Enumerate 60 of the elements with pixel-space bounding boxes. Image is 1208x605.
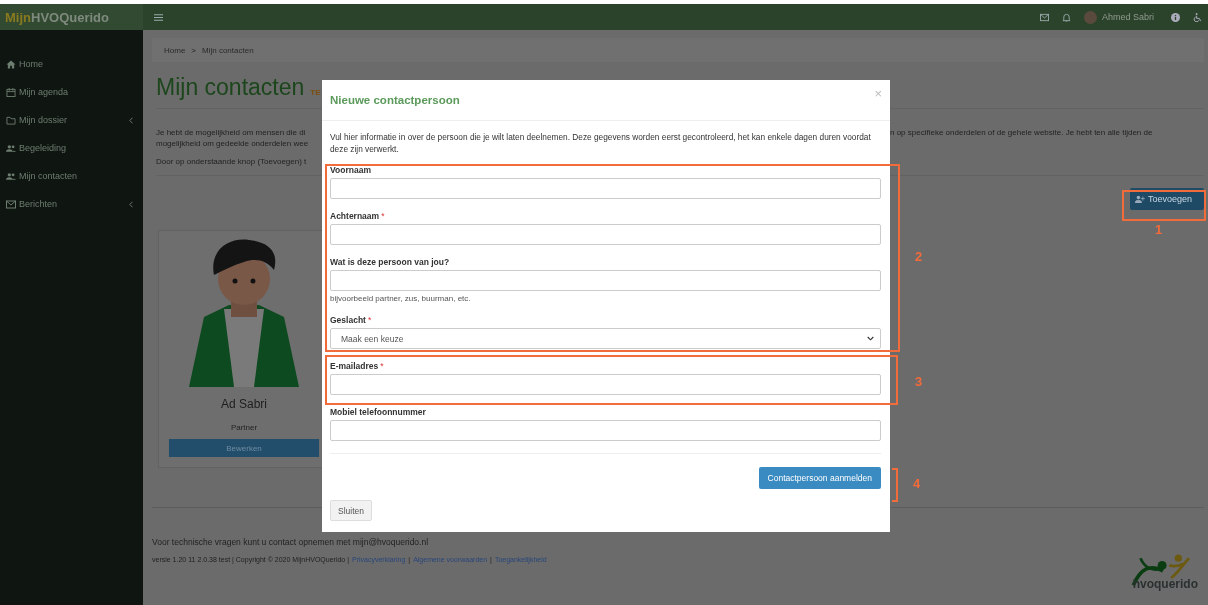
input-field[interactable] bbox=[330, 270, 881, 291]
required-mark: * bbox=[367, 315, 372, 325]
input-field[interactable] bbox=[330, 224, 881, 245]
app-logo[interactable]: MijnHVOQuerido bbox=[0, 4, 143, 30]
sidebar-item[interactable]: Mijn agenda bbox=[0, 78, 143, 106]
input-field[interactable] bbox=[330, 420, 881, 441]
required-mark: * bbox=[380, 361, 384, 371]
company-logo: hvoquerido bbox=[1128, 551, 1198, 591]
add-user-icon bbox=[1135, 195, 1145, 203]
modal-title: Nieuwe contactpersoon bbox=[330, 94, 460, 106]
users-icon bbox=[6, 171, 16, 181]
breadcrumb-item: Mijn contacten bbox=[202, 45, 254, 55]
contact-relation: Partner bbox=[230, 423, 258, 432]
sidebar-item[interactable]: Mijn dossier bbox=[0, 106, 143, 134]
input-field[interactable] bbox=[330, 178, 881, 199]
field-label: Voornaam bbox=[330, 165, 372, 175]
annotation-number: 4 bbox=[913, 476, 921, 491]
field-label: Geslacht * bbox=[330, 315, 373, 325]
sidebar-item[interactable]: Berichten bbox=[0, 190, 143, 218]
chevron-icon bbox=[129, 200, 133, 208]
edit-button[interactable]: Bewerken bbox=[169, 439, 319, 457]
user-name[interactable]: Ahmed Sabri bbox=[1101, 12, 1154, 22]
field-label: E-mailadres * bbox=[330, 361, 385, 371]
field-label: Achternaam * bbox=[330, 211, 386, 221]
breadcrumb-item[interactable]: Home bbox=[164, 45, 186, 55]
breadcrumb-separator: > bbox=[191, 45, 196, 55]
envelope-icon[interactable] bbox=[1039, 12, 1049, 22]
sidebar-item[interactable]: Home bbox=[0, 50, 143, 78]
annotation-frame bbox=[892, 468, 898, 502]
sidebar-item[interactable]: Mijn contacten bbox=[0, 162, 143, 190]
modal-intro-text: Vul hier informatie in over de persoon die je wilt laten deelnemen. Deze gegevens worden eerst gecontroleerd, het kan enkele dagen duren voordat deze zijn verwerkt. bbox=[330, 131, 872, 155]
footer-contact-text: Voor technische vragen kunt u contact opnemen met mijn@hvoquerido.nl bbox=[152, 537, 430, 547]
contact-name: Ad Sabri bbox=[221, 397, 267, 411]
add-button[interactable]: Toevoegen bbox=[1130, 188, 1204, 210]
info-icon[interactable] bbox=[1171, 12, 1180, 22]
select-field[interactable]: Maak een keuze bbox=[330, 328, 881, 349]
calendar-icon bbox=[6, 87, 16, 97]
sidebar-item[interactable]: Begeleiding bbox=[0, 134, 143, 162]
annotation-number: 1 bbox=[1155, 222, 1163, 237]
folder-icon bbox=[6, 115, 16, 125]
close-button[interactable]: Sluiten bbox=[330, 500, 372, 521]
submit-button[interactable]: Contactpersoon aanmelden bbox=[758, 467, 881, 489]
home-icon bbox=[6, 59, 16, 69]
bell-icon[interactable] bbox=[1061, 12, 1071, 22]
chevron-icon bbox=[129, 116, 133, 124]
required-mark: * bbox=[381, 211, 385, 221]
input-field[interactable] bbox=[330, 374, 881, 395]
envelope-icon bbox=[6, 199, 16, 209]
annotation-number: 2 bbox=[915, 249, 923, 264]
user-avatar[interactable] bbox=[1083, 10, 1097, 24]
chevron-down-icon bbox=[867, 336, 874, 341]
wheelchair-icon[interactable] bbox=[1193, 12, 1202, 22]
environment-label: TE bbox=[310, 88, 321, 97]
help-text: bijvoorbeeld partner, zus, buurman, etc. bbox=[330, 294, 472, 303]
annotation-number: 3 bbox=[915, 374, 923, 389]
users-icon bbox=[6, 143, 16, 153]
page-title: Mijn contacten bbox=[156, 74, 305, 101]
field-label: Wat is deze persoon van jou? bbox=[330, 257, 451, 267]
menu-icon[interactable] bbox=[154, 12, 163, 22]
field-label: Mobiel telefoonnummer bbox=[330, 407, 427, 417]
